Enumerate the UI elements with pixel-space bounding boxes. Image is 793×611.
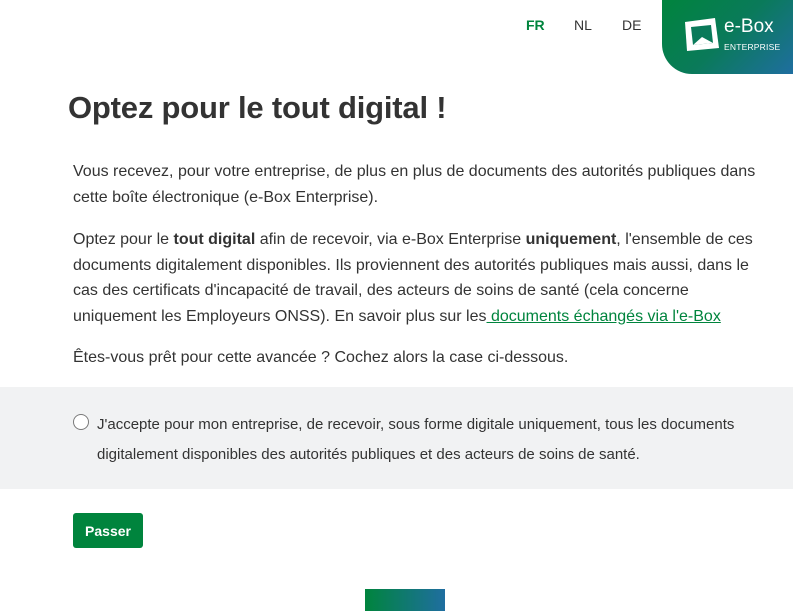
logo-text: e-Box bbox=[724, 16, 774, 37]
ebox-logo[interactable]: e-Box ENTERPRISE bbox=[662, 0, 793, 74]
intro-text-1: Vous recevez, pour votre entreprise, de … bbox=[73, 163, 756, 206]
consent-checkbox[interactable] bbox=[73, 414, 89, 430]
intro-text-2c: afin de recevoir, via e-Box Enterprise bbox=[255, 231, 526, 248]
intro-text-2a: Optez pour le bbox=[73, 231, 174, 248]
lang-fr[interactable]: FR bbox=[526, 17, 574, 33]
page-title: Optez pour le tout digital ! bbox=[68, 90, 447, 125]
intro-text-2: Optez pour le tout digital afin de recev… bbox=[73, 227, 763, 329]
intro-bold-uniquement: uniquement bbox=[525, 231, 617, 248]
documents-link[interactable]: documents échangés via l'e-Box bbox=[487, 308, 721, 325]
intro-text-3: Êtes-vous prêt pour cette avancée ? Coch… bbox=[73, 349, 569, 366]
consent-label[interactable]: J'accepte pour mon entreprise, de recevo… bbox=[97, 410, 777, 470]
intro-paragraph-2: Optez pour le tout digital afin de recev… bbox=[73, 227, 763, 329]
intro-bold-tout-digital: tout digital bbox=[173, 231, 256, 248]
ebox-logo-icon bbox=[685, 18, 719, 51]
intro-paragraph-3: Êtes-vous prêt pour cette avancée ? Coch… bbox=[73, 345, 763, 371]
language-switcher: FR NL DE bbox=[526, 17, 670, 33]
intro-paragraph-1: Vous recevez, pour votre entreprise, de … bbox=[73, 159, 763, 210]
footer-accent-bar bbox=[365, 589, 445, 611]
passer-button[interactable]: Passer bbox=[73, 513, 143, 548]
logo-subtext: ENTERPRISE bbox=[724, 42, 781, 52]
lang-nl[interactable]: NL bbox=[574, 17, 622, 33]
